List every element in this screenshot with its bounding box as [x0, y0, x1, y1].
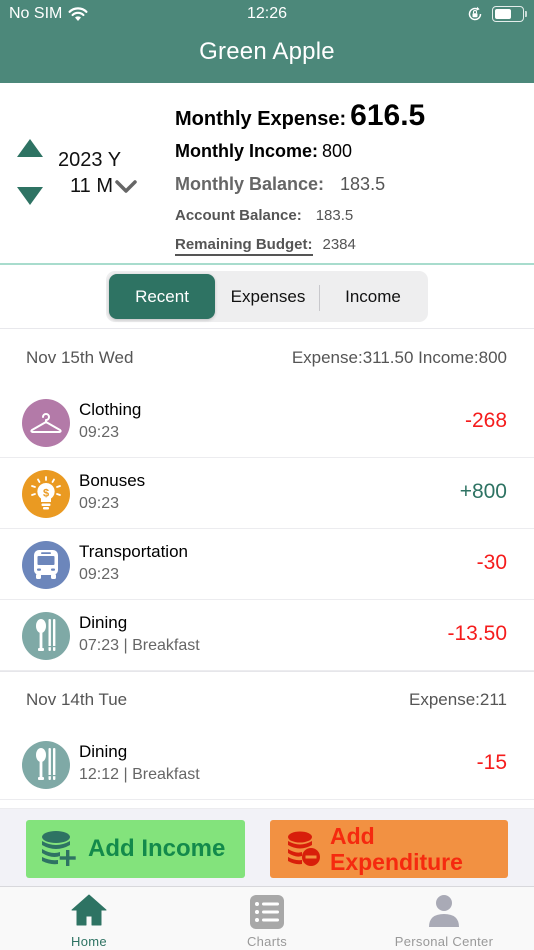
account-balance-row: Account Balance: 183.5 [175, 207, 353, 225]
monthly-expense-label: Monthly Expense: [175, 108, 347, 130]
person-icon [429, 895, 459, 927]
transaction-time: 07:23 | Breakfast [79, 637, 200, 654]
category-icon-badge [22, 741, 70, 789]
segment-divider [319, 285, 320, 311]
next-period-button[interactable] [17, 187, 43, 205]
add-expenditure-button[interactable]: Add Expenditure [270, 820, 508, 878]
transaction-amount: -15 [476, 751, 507, 774]
remaining-budget-link[interactable]: Remaining Budget: [175, 236, 313, 256]
battery-icon [492, 6, 527, 22]
group-totals: Expense:311.50 Income:800 [291, 348, 507, 367]
monthly-balance-row: Monthly Balance: 183.5 [175, 174, 385, 195]
svg-text:$: $ [43, 488, 49, 500]
monthly-expense-value: 616.5 [350, 99, 426, 132]
day-group-header: Nov 14th Tue Expense:211 [0, 672, 534, 729]
filter-segment-area: Recent Expenses Income [0, 265, 534, 329]
tab-income[interactable]: Income [321, 274, 425, 319]
lightbulb-dollar-icon: $ [31, 476, 61, 510]
tab-personal-center-label: Personal Center [394, 934, 494, 949]
category-icon-badge [22, 612, 70, 660]
transaction-row[interactable]: $ Bonuses 09:23 +800 [0, 458, 534, 529]
remaining-budget-value: 2384 [322, 236, 356, 253]
page-title: Green Apple [199, 38, 335, 65]
transaction-row[interactable]: Clothing 09:23 -268 [0, 387, 534, 458]
account-balance-value: 183.5 [315, 207, 354, 224]
orientation-lock-icon [468, 6, 482, 21]
group-date: Nov 15th Wed [26, 348, 134, 367]
transaction-list[interactable]: Nov 15th Wed Expense:311.50 Income:800 C… [0, 330, 534, 808]
status-right [467, 6, 527, 22]
tab-personal-center[interactable]: Personal Center [374, 887, 514, 950]
tab-charts[interactable]: Charts [217, 887, 317, 950]
bus-icon [34, 550, 58, 579]
monthly-expense-row: Monthly Expense: 616.5 [175, 99, 425, 133]
transaction-amount: +800 [459, 480, 507, 503]
bottom-tab-bar: Home Charts Personal Center [0, 886, 534, 950]
day-group-header: Nov 15th Wed Expense:311.50 Income:800 [0, 330, 534, 387]
tab-home-label: Home [71, 934, 107, 949]
year-label: 2023 Y [58, 149, 122, 171]
category-icon-badge [22, 541, 70, 589]
monthly-income-row: Monthly Income: 800 [175, 141, 352, 162]
monthly-balance-value: 183.5 [340, 174, 386, 194]
transaction-amount: -30 [476, 551, 507, 574]
transaction-category: Bonuses [79, 471, 146, 490]
transaction-row[interactable]: Transportation 09:23 -30 [0, 529, 534, 600]
monthly-income-label: Monthly Income: [175, 141, 318, 161]
category-icon-badge: $ [22, 470, 70, 518]
group-totals: Expense:211 [409, 690, 507, 709]
tab-home[interactable]: Home [39, 887, 139, 950]
app-screen: No SIM 12:26 Green Apple 2023 Y 11 M Mon… [0, 0, 534, 950]
spoon-chopsticks-icon [36, 619, 57, 651]
tab-recent[interactable]: Recent [109, 274, 215, 319]
add-income-label: Add Income [88, 835, 226, 862]
chevron-down-icon [115, 179, 137, 193]
filter-segmented-control: Recent Expenses Income [106, 271, 428, 322]
category-icon-badge [22, 399, 70, 447]
monthly-balance-label: Monthly Balance: [175, 174, 325, 194]
add-income-button[interactable]: Add Income [26, 820, 245, 878]
transaction-time: 09:23 [79, 566, 120, 583]
list-chart-icon [250, 895, 284, 929]
home-icon [71, 894, 107, 926]
tab-expenses[interactable]: Expenses [218, 274, 318, 319]
transaction-category: Clothing [79, 400, 142, 419]
database-add-icon [42, 831, 76, 866]
navigation-header: No SIM 12:26 Green Apple [0, 0, 534, 83]
monthly-summary: 2023 Y 11 M Monthly Expense: 616.5 Monthl… [0, 83, 534, 265]
group-date: Nov 14th Tue [26, 690, 128, 709]
transaction-row[interactable]: Dining 07:23 | Breakfast -13.50 [0, 600, 534, 671]
status-time: 12:26 [246, 5, 288, 22]
transaction-time: 12:12 | Breakfast [79, 766, 200, 783]
transaction-category: Dining [79, 742, 128, 761]
transaction-amount: -13.50 [447, 622, 507, 645]
month-picker[interactable]: 11 M [70, 175, 137, 198]
database-remove-icon [288, 831, 320, 866]
quick-actions-bar: Add Income Add Expenditure [0, 808, 534, 886]
tab-charts-label: Charts [246, 934, 288, 949]
transaction-time: 09:23 [79, 424, 120, 441]
hanger-icon [30, 413, 62, 433]
transaction-category: Dining [79, 613, 128, 632]
transaction-row[interactable]: Dining 12:12 | Breakfast -15 [0, 729, 534, 800]
transaction-category: Transportation [79, 542, 188, 561]
add-expenditure-label: Add Expenditure [330, 823, 463, 875]
previous-period-button[interactable] [17, 139, 43, 157]
transaction-amount: -268 [464, 409, 507, 432]
spoon-chopsticks-icon [36, 748, 57, 780]
monthly-income-value: 800 [322, 141, 353, 161]
status-bar: No SIM 12:26 [0, 5, 534, 25]
remaining-budget-row: Remaining Budget: 2384 [175, 236, 356, 256]
month-label: 11 M [70, 175, 113, 197]
transaction-time: 09:23 [79, 495, 120, 512]
account-balance-label: Account Balance: [175, 207, 302, 224]
